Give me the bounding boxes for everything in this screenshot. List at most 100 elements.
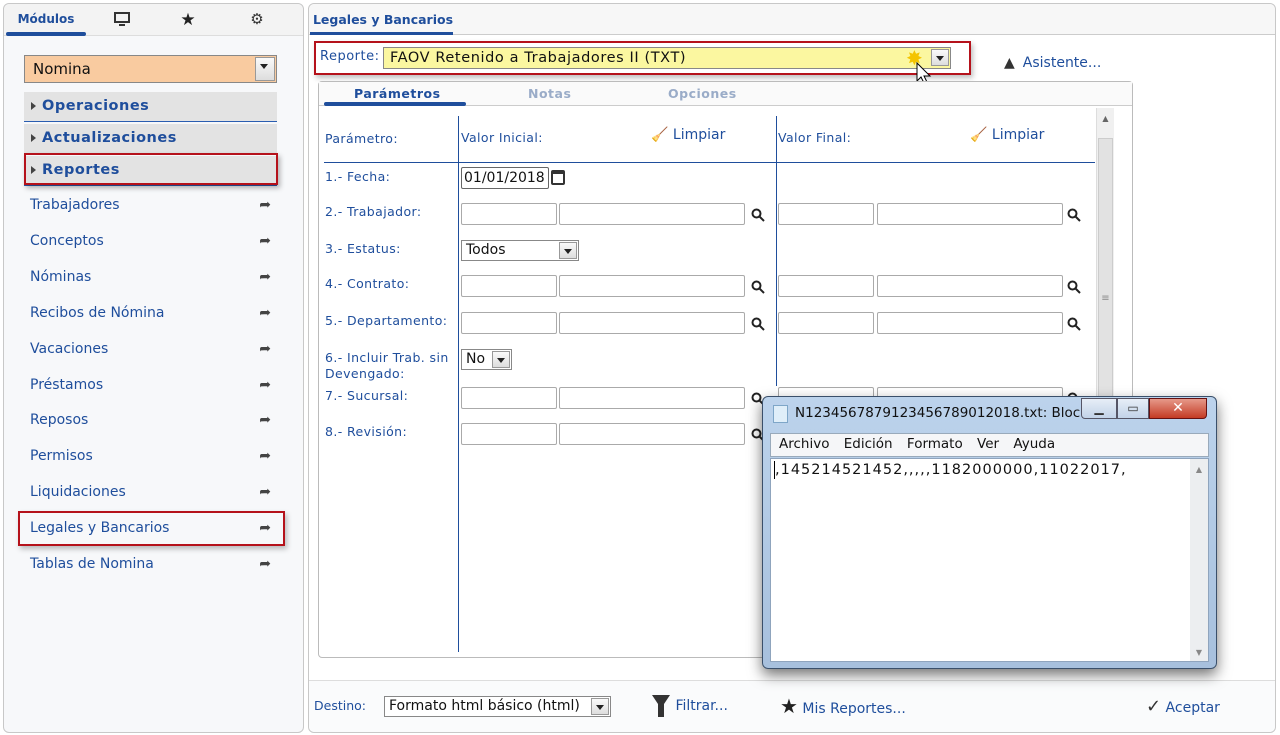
subtab-opciones[interactable]: Opciones — [668, 86, 737, 101]
sidebar-item[interactable]: Permisos ➦ — [30, 445, 275, 467]
sidebar-item-label: Conceptos — [30, 232, 104, 249]
initial-desc-input[interactable] — [559, 275, 745, 297]
maximize-button[interactable]: ▭ — [1117, 398, 1149, 419]
search-icon[interactable] — [1067, 207, 1081, 222]
share-arrow-icon[interactable]: ➦ — [259, 445, 271, 467]
scroll-up-icon[interactable]: ▲ — [1190, 465, 1208, 474]
check-icon: ✓ — [1146, 696, 1162, 717]
calendar-icon[interactable] — [551, 170, 565, 185]
clear-final-button[interactable]: 🧹 Limpiar — [970, 127, 1044, 143]
star-icon[interactable]: ★ — [178, 10, 198, 30]
share-arrow-icon[interactable]: ➦ — [259, 481, 271, 503]
chevron-down-icon[interactable] — [931, 49, 949, 66]
tab-legales-bancarios[interactable]: Legales y Bancarios — [312, 12, 454, 27]
scroll-down-icon[interactable]: ▼ — [1190, 648, 1208, 657]
share-arrow-icon[interactable]: ➦ — [259, 374, 271, 396]
final-code-input[interactable] — [778, 203, 874, 225]
accept-button[interactable]: ✓ Aceptar — [1146, 696, 1220, 717]
share-arrow-icon[interactable]: ➦ — [259, 553, 271, 575]
search-icon[interactable] — [1067, 316, 1081, 331]
search-icon[interactable] — [751, 316, 765, 331]
final-code-input[interactable] — [778, 275, 874, 297]
incluir-value: No — [466, 351, 486, 367]
param-label-fecha: 1.- Fecha: — [325, 169, 391, 184]
sidebar-item[interactable]: Liquidaciones ➦ — [30, 481, 275, 503]
share-arrow-icon[interactable]: ➦ — [259, 338, 271, 360]
subtab-parametros[interactable]: Parámetros — [354, 86, 441, 101]
incluir-select[interactable]: No — [461, 349, 512, 370]
minimize-button[interactable]: ▁ — [1081, 398, 1117, 419]
chevron-down-icon[interactable] — [492, 351, 510, 368]
share-arrow-icon[interactable]: ➦ — [259, 230, 271, 252]
fecha-input[interactable]: 01/01/2018 — [461, 167, 549, 189]
sidebar-item[interactable]: Nóminas ➦ — [30, 266, 275, 288]
param-label-incluir: 6.- Incluir Trab. sin Devengado: — [325, 350, 449, 381]
initial-code-input[interactable] — [461, 203, 557, 225]
col-divider-2 — [776, 116, 777, 386]
accept-label: Aceptar — [1165, 700, 1220, 716]
menu-formato[interactable]: Formato — [907, 436, 963, 452]
sidebar-item[interactable]: Préstamos ➦ — [30, 374, 275, 396]
destino-select[interactable]: Formato html básico (html) — [384, 696, 611, 717]
final-desc-input[interactable] — [877, 275, 1063, 297]
my-reports-button[interactable]: ★ Mis Reportes... — [780, 694, 906, 718]
subtab-notas[interactable]: Notas — [528, 86, 571, 101]
report-label: Reporte: — [320, 49, 380, 64]
tab-modules[interactable]: Módulos — [6, 12, 86, 26]
clear-label: Limpiar — [672, 127, 726, 143]
initial-desc-input[interactable] — [559, 423, 745, 445]
final-desc-input[interactable] — [877, 312, 1063, 334]
initial-code-input[interactable] — [461, 387, 557, 409]
initial-code-input[interactable] — [461, 275, 557, 297]
final-desc-input[interactable] — [877, 203, 1063, 225]
sidebar-item[interactable]: Conceptos ➦ — [30, 230, 275, 252]
scroll-up-icon[interactable]: ▲ — [1097, 114, 1114, 123]
initial-desc-input[interactable] — [559, 312, 745, 334]
filter-button[interactable]: Filtrar... — [651, 694, 728, 718]
estatus-value: Todos — [466, 242, 506, 258]
chevron-down-icon[interactable] — [559, 242, 577, 259]
section-actualizaciones[interactable]: Actualizaciones — [24, 124, 277, 154]
sidebar-item[interactable]: Recibos de Nómina ➦ — [30, 302, 275, 324]
section-operaciones[interactable]: Operaciones — [24, 92, 277, 122]
search-icon[interactable] — [751, 207, 765, 222]
monitor-icon[interactable] — [112, 12, 132, 30]
sidebar-item-label: Nóminas — [30, 268, 92, 285]
initial-desc-input[interactable] — [559, 203, 745, 225]
chevron-down-icon[interactable] — [255, 57, 275, 81]
final-code-input[interactable] — [778, 312, 874, 334]
initial-desc-input[interactable] — [559, 387, 745, 409]
notepad-textarea[interactable]: ,145214521452,,,,,1182000000,11022017, ▲… — [770, 458, 1209, 662]
initial-code-input[interactable] — [461, 423, 557, 445]
sidebar-item[interactable]: Vacaciones ➦ — [30, 338, 275, 360]
wizard-button[interactable]: ▲ Asistente... — [1004, 55, 1101, 71]
notepad-content: ,145214521452,,,,,1182000000,11022017, — [774, 461, 1208, 479]
clear-initial-button[interactable]: 🧹 Limpiar — [651, 127, 725, 143]
sidebar-item[interactable]: Reposos ➦ — [30, 409, 275, 431]
menu-ayuda[interactable]: Ayuda — [1013, 436, 1055, 452]
module-select[interactable]: Nomina — [24, 55, 277, 83]
sidebar-item-label: Tablas de Nomina — [30, 556, 154, 572]
settings-icon[interactable]: ⚙ — [247, 10, 267, 28]
notepad-title: N123456787912345678901​2018.txt: Bloc ..… — [795, 405, 1098, 421]
share-arrow-icon[interactable]: ➦ — [259, 302, 271, 324]
filter-label: Filtrar... — [675, 698, 728, 714]
menu-archivo[interactable]: Archivo — [779, 436, 829, 452]
destino-label: Destino: — [314, 698, 366, 713]
search-icon[interactable] — [751, 279, 765, 294]
initial-code-input[interactable] — [461, 312, 557, 334]
chevron-down-icon[interactable] — [591, 698, 609, 715]
notepad-scrollbar[interactable]: ▲ ▼ — [1190, 459, 1208, 661]
estatus-select[interactable]: Todos — [461, 240, 579, 261]
sidebar-item[interactable]: Trabajadores ➦ — [30, 194, 275, 216]
sidebar-item[interactable]: Tablas de Nomina ➦ — [30, 553, 275, 575]
report-select[interactable]: FAOV Retenido a Trabajadores II (TXT) — [383, 47, 951, 69]
filter-icon — [652, 695, 670, 717]
close-button[interactable]: ✕ — [1149, 398, 1207, 419]
share-arrow-icon[interactable]: ➦ — [259, 409, 271, 431]
share-arrow-icon[interactable]: ➦ — [259, 266, 271, 288]
menu-edicion[interactable]: Edición — [844, 436, 893, 452]
menu-ver[interactable]: Ver — [977, 436, 999, 452]
share-arrow-icon[interactable]: ➦ — [259, 194, 271, 216]
search-icon[interactable] — [1067, 279, 1081, 294]
